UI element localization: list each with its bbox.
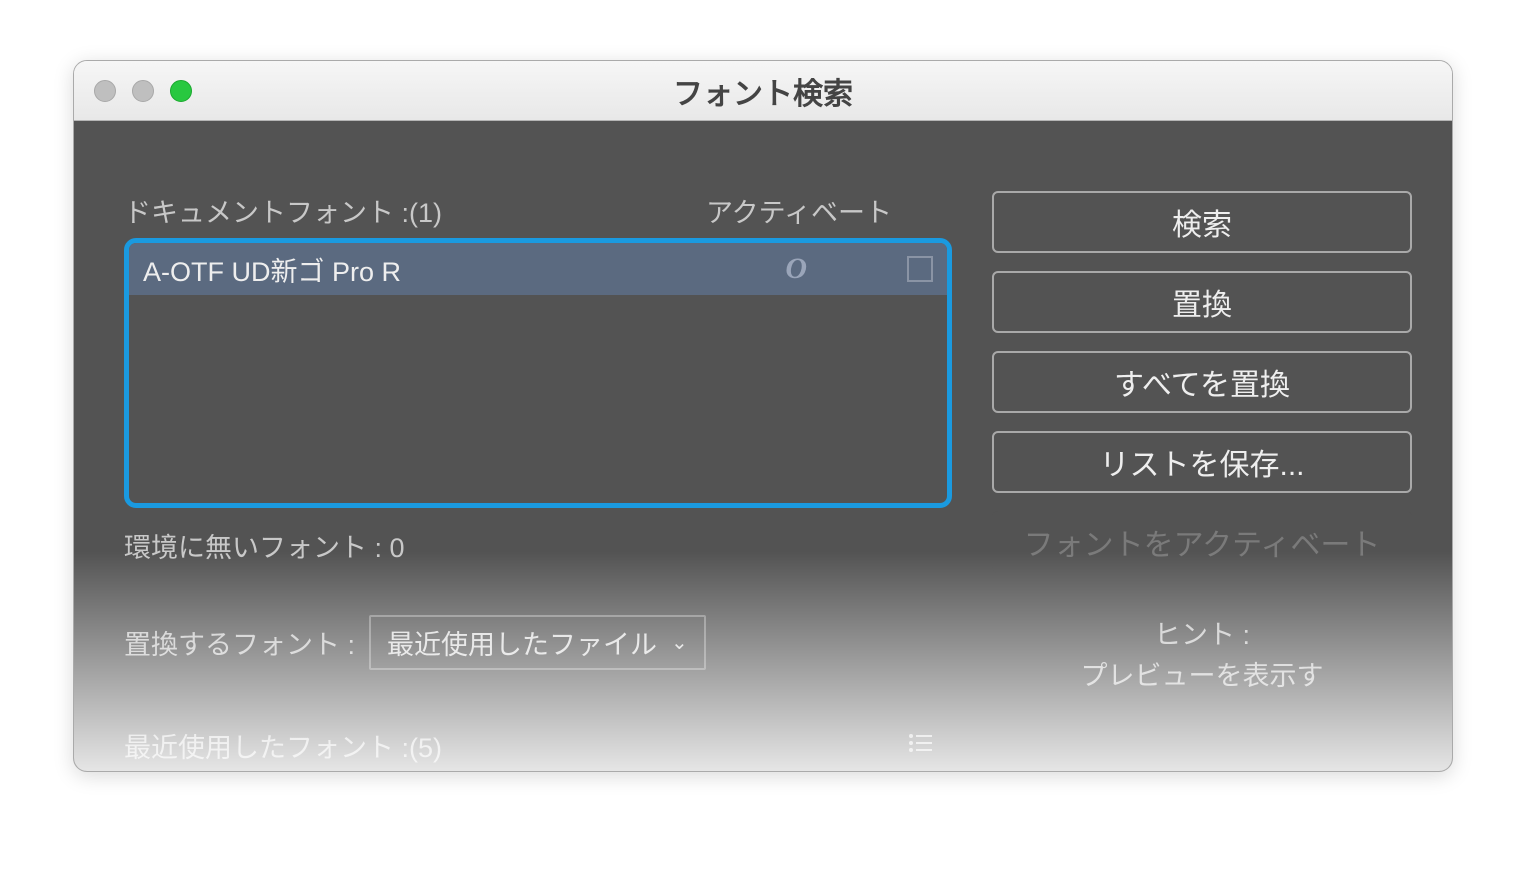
font-row[interactable]: A-OTF UD新ゴ Pro R O xyxy=(129,243,947,295)
font-listbox[interactable]: A-OTF UD新ゴ Pro R O xyxy=(124,238,952,508)
hint-title: ヒント : xyxy=(992,615,1412,656)
hint-body: プレビューを表示す xyxy=(992,656,1412,697)
list-view-icon[interactable] xyxy=(908,733,932,759)
replace-font-dropdown[interactable]: 最近使用したファイル ⌄ xyxy=(369,615,706,670)
recent-fonts-label: 最近使用したフォント :(5) xyxy=(124,726,442,765)
font-search-window: フォント検索 ドキュメントフォント :(1) アクティベート A-OTF UD新… xyxy=(73,60,1453,772)
missing-fonts-label: 環境に無いフォント : 0 xyxy=(124,526,952,565)
titlebar: フォント検索 xyxy=(74,61,1452,121)
window-body: ドキュメントフォント :(1) アクティベート A-OTF UD新ゴ Pro R… xyxy=(74,121,1452,771)
save-list-button[interactable]: リストを保存... xyxy=(992,431,1412,493)
traffic-lights xyxy=(94,80,192,102)
font-row-name: A-OTF UD新ゴ Pro R xyxy=(143,250,785,289)
window-title: フォント検索 xyxy=(74,69,1452,113)
replace-button[interactable]: 置換 xyxy=(992,271,1412,333)
zoom-window-button[interactable] xyxy=(170,80,192,102)
activate-font-button: フォントをアクティベート xyxy=(992,511,1412,573)
replace-font-selected: 最近使用したファイル xyxy=(387,623,657,662)
minimize-window-button[interactable] xyxy=(132,80,154,102)
replace-all-button[interactable]: すべてを置換 xyxy=(992,351,1412,413)
hint-block: ヒント : プレビューを表示す xyxy=(992,615,1412,696)
chevron-down-icon: ⌄ xyxy=(671,630,688,655)
close-window-button[interactable] xyxy=(94,80,116,102)
opentype-icon: O xyxy=(785,252,807,286)
font-list-header: ドキュメントフォント :(1) アクティベート xyxy=(124,191,952,230)
activate-checkbox[interactable] xyxy=(907,256,933,282)
search-button[interactable]: 検索 xyxy=(992,191,1412,253)
activate-column-label: アクティベート xyxy=(706,191,952,230)
document-fonts-label: ドキュメントフォント :(1) xyxy=(124,191,706,230)
replace-font-label: 置換するフォント : xyxy=(124,623,355,662)
